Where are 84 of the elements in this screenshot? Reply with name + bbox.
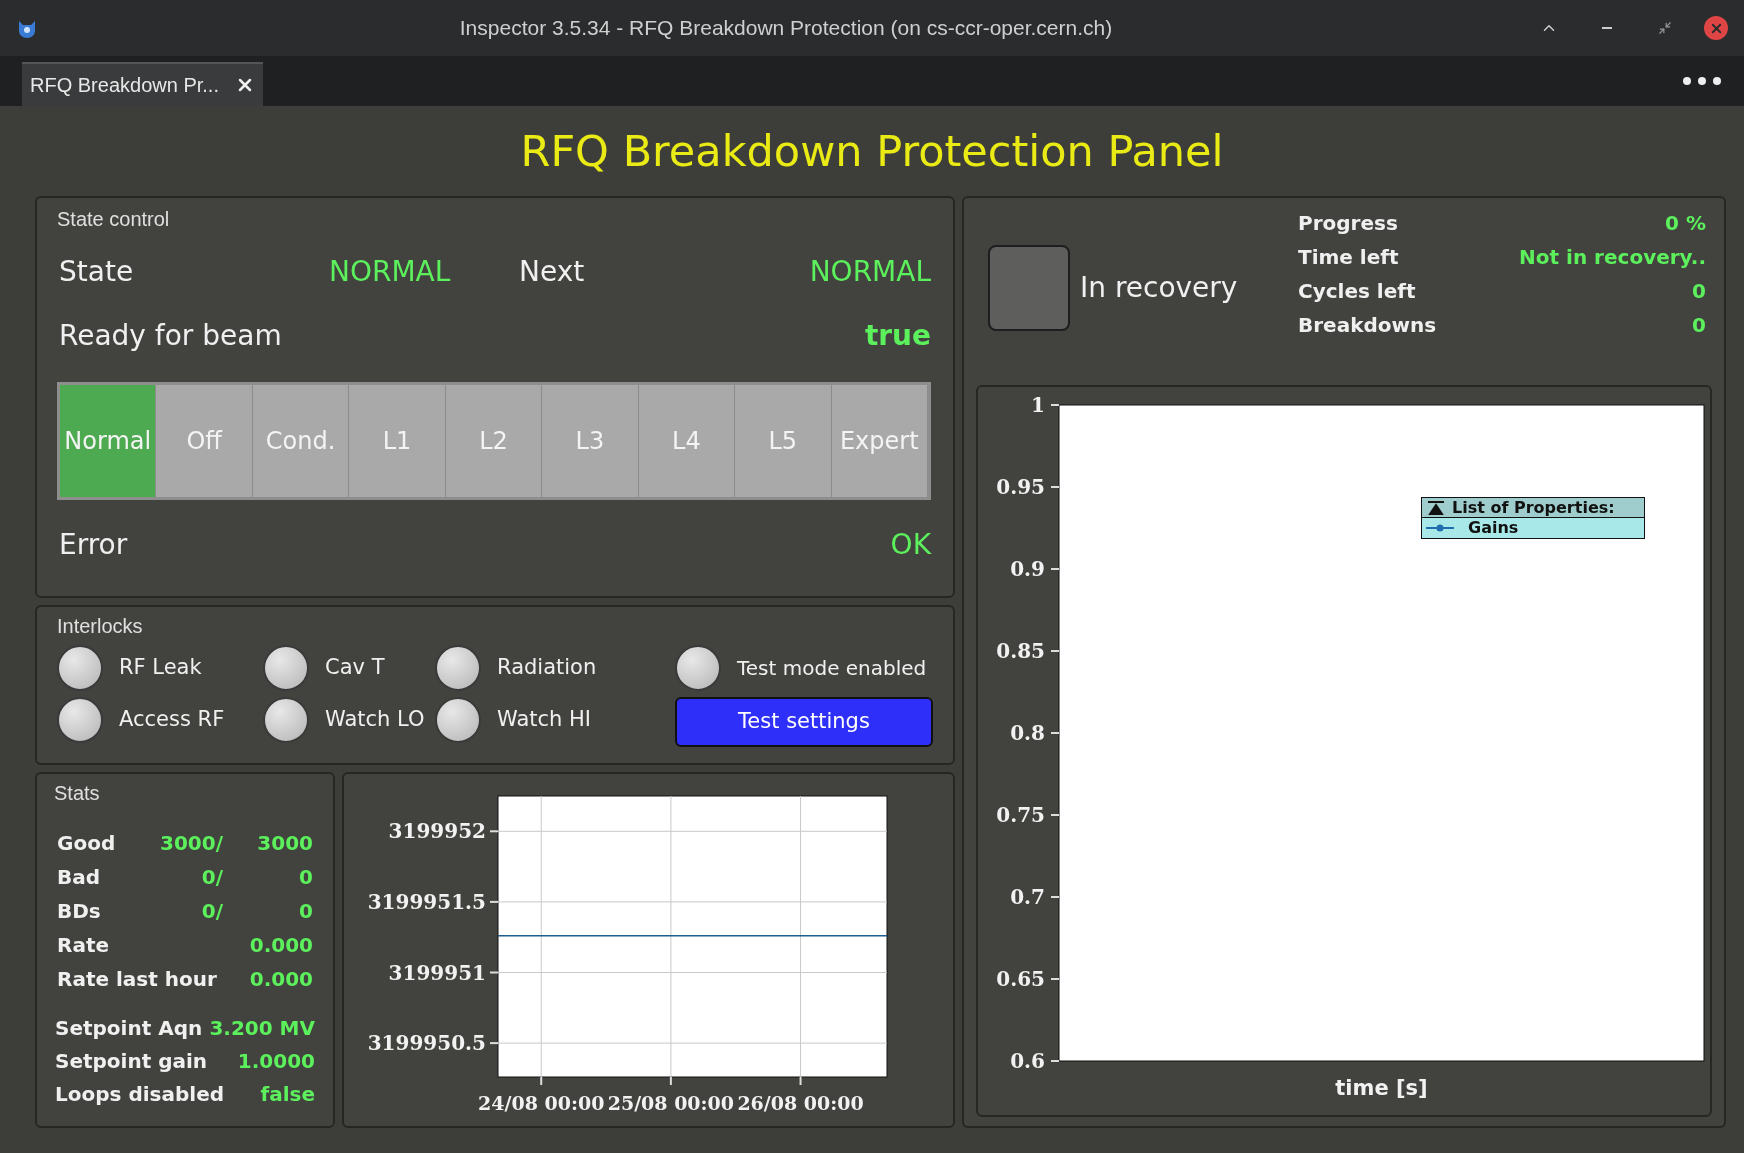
field-value: NORMAL [809,254,931,290]
info-value: Not in recovery.. [1519,244,1706,271]
stat-label: Good [57,829,117,857]
stat-value: 0/ [200,897,223,925]
mode-button[interactable]: L5 [735,385,832,497]
info-value: 0 % [1665,210,1706,237]
minimize-icon [1602,27,1612,29]
panel-title: RFQ Breakdown Protection Panel [520,124,1224,178]
stat-value: 3000/ [159,829,223,857]
document-tab[interactable]: RFQ Breakdown Pr... [22,62,263,106]
mode-button[interactable]: L1 [349,385,446,497]
interlock-label: Cav T [325,654,385,682]
mode-button[interactable]: Normal [60,385,157,497]
mode-button[interactable]: Off [156,385,253,497]
field-label: Next [519,254,586,290]
field-label: Ready for beam [59,318,282,354]
stat-value: 3.200 MV [209,1014,315,1042]
axis-tick-label: 3199951.5 [367,889,486,914]
mode-button[interactable]: L3 [542,385,639,497]
interlock-label: Watch HI [497,706,592,734]
mode-button[interactable]: Expert [831,385,928,497]
window-title: Inspector 3.5.34 - RFQ Breakdown Protection (on cs-ccr-oper.cern.ch) [459,15,1113,42]
interlock-label: RF Leak [119,654,202,682]
interlock-label: Radiation [497,654,597,682]
mode-button[interactable]: L4 [638,385,736,497]
legend-label: Gains [1468,520,1519,536]
legend-title: List of Properties: [1452,499,1615,516]
axis-tick-label: 3199950.5 [367,1031,486,1056]
field-value: OK [890,527,931,563]
more-icon[interactable] [1682,76,1722,86]
axis-tick-label: 24/08 00:00 [478,1092,605,1114]
group-title: Stats [54,781,101,806]
restore-icon [1658,21,1672,35]
info-label: Time left [1298,244,1399,271]
info-value: 0 [1692,278,1706,305]
stat-label: Setpoint gain [55,1047,208,1075]
field-label: Error [59,527,128,563]
interlock-label: Access RF [119,706,225,734]
axis-tick-label: 0.65 [996,967,1045,991]
axis-tick-label: 0.85 [996,639,1045,663]
close-button[interactable] [1704,16,1728,40]
stat-label: BDs [57,897,102,925]
axis-title: time [s] [1335,1076,1428,1100]
axis-tick-label: 0.9 [1010,557,1045,581]
axis-tick-label: 25/08 00:00 [607,1092,735,1114]
stat-label: Loops disabled [55,1080,225,1108]
stat-value: 1.0000 [237,1047,315,1075]
axis-tick-label: 0.95 [996,475,1045,499]
axis-tick-label: 1 [1031,393,1045,417]
info-label: Breakdowns [1298,312,1437,339]
axis-tick-label: 3199951 [388,960,486,985]
axis-tick-label: 3199952 [388,819,486,844]
group-title: State control [57,207,171,232]
axis-tick-label: 26/08 00:00 [737,1092,864,1114]
field-value: true [864,318,931,354]
stat-label: Rate last hour [57,965,218,993]
stat-label: Setpoint Aqn [55,1014,203,1042]
group-title: Interlocks [57,614,144,639]
tab-label: RFQ Breakdown Pr... [30,73,219,98]
interlock-label: Test mode enabled [737,655,927,682]
stat-value: false [260,1080,315,1108]
axis-tick-label: 0.8 [1010,721,1045,745]
stat-total: 0 [298,897,313,925]
stat-total: 0 [298,863,313,891]
axis-tick-label: 0.7 [1010,885,1045,909]
stat-label: Bad [57,863,102,891]
info-label: Progress [1298,210,1398,237]
stat-value: 0.000 [249,931,313,959]
interlock-label: Watch LO [325,706,425,734]
stat-value: 0.000 [249,965,313,993]
info-value: 0 [1692,312,1706,339]
stat-label: Rate [57,931,111,959]
stat-value: 0/ [200,863,223,891]
test-settings-button[interactable]: Test settings [675,697,933,747]
stat-total: 3000 [256,829,313,857]
field-label: State [59,254,135,290]
recovery-label: In recovery [1080,269,1238,306]
collapse-icon[interactable] [1428,500,1444,515]
mode-button[interactable]: Cond. [252,385,350,497]
mode-button[interactable]: L2 [445,385,543,497]
axis-tick-label: 0.6 [1010,1049,1045,1073]
field-value: NORMAL [329,254,452,290]
info-label: Cycles left [1298,278,1416,305]
axis-tick-label: 0.75 [996,803,1045,827]
